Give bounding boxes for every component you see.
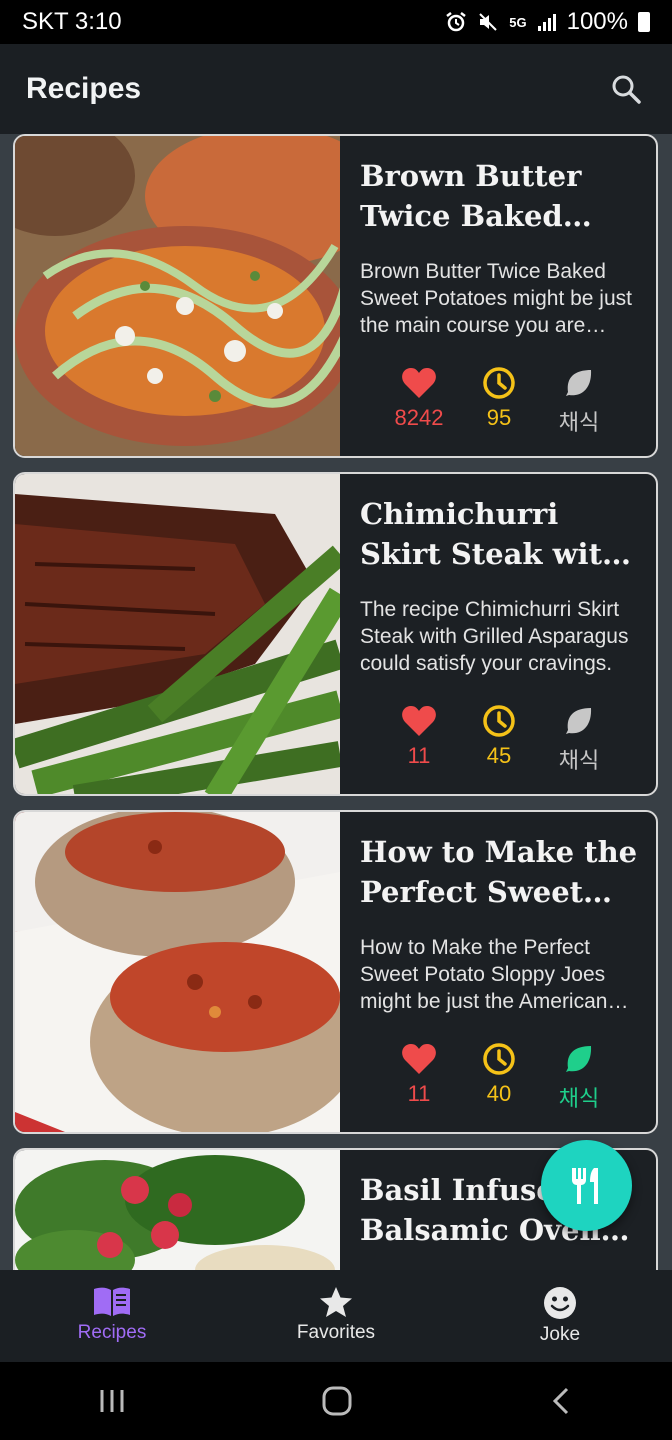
- likes: 11: [394, 1041, 444, 1113]
- cook-time-value: 45: [486, 743, 512, 768]
- recipe-description: The recipe Chimichurri Skirt Steak with …: [360, 598, 629, 675]
- nav-joke[interactable]: Joke: [448, 1270, 672, 1362]
- nav-joke-label: Joke: [539, 1324, 581, 1345]
- mute-icon: [479, 13, 497, 31]
- recipe-description: Brown Butter Twice Baked Sweet Potatoes …: [360, 260, 632, 337]
- battery-percent: 100%: [566, 8, 628, 35]
- recipe-meta: 11 45 채식: [360, 703, 638, 775]
- star-icon: [320, 1287, 352, 1317]
- search-icon: [612, 75, 641, 104]
- leaf-icon: [566, 708, 592, 734]
- recipe-image: [15, 136, 340, 456]
- recipe-title: How to Make the Perfect Sweet Potato Slo…: [360, 835, 638, 909]
- alarm-icon: [446, 12, 467, 32]
- recipe-image: [15, 474, 340, 794]
- bottom-navigation: Recipes Favorites Joke: [0, 1270, 672, 1362]
- recipe-body: How to Make the Perfect Sweet Potato Slo…: [340, 812, 656, 1132]
- recipe-image: [15, 812, 340, 1132]
- status-bar: SKT 3:10 5G 100%: [0, 0, 672, 44]
- vegan-label: 채식: [558, 1086, 600, 1111]
- vegan-label: 채식: [558, 410, 600, 435]
- recipe-meta: 11 40 채식: [360, 1041, 638, 1113]
- recipe-list[interactable]: Brown Butter Twice Baked Sweet Potatoes …: [0, 134, 672, 1270]
- status-icons: 5G 100%: [445, 8, 650, 36]
- home-icon[interactable]: [321, 1385, 353, 1417]
- cook-time-value: 40: [486, 1081, 512, 1106]
- vegan-indicator: 채식: [554, 365, 604, 437]
- clock-icon: [483, 705, 515, 737]
- clock-icon: [483, 1043, 515, 1075]
- battery-icon: [638, 12, 650, 32]
- likes-count: 11: [407, 1081, 431, 1106]
- back-icon[interactable]: [547, 1386, 575, 1416]
- recipe-description: How to Make the Perfect Sweet Potato Slo…: [360, 936, 608, 1013]
- page-title: Recipes: [26, 72, 142, 105]
- recipe-title: Chimichurri Skirt Steak with Grilled Asp…: [360, 497, 624, 571]
- status-carrier-time: SKT 3:10: [22, 8, 122, 35]
- likes: 11: [394, 703, 444, 775]
- recipe-card[interactable]: Brown Butter Twice Baked Sweet Potatoes …: [13, 134, 658, 458]
- recipe-card[interactable]: How to Make the Perfect Sweet Potato Slo…: [13, 810, 658, 1134]
- likes-count: 11: [407, 743, 431, 768]
- random-recipe-fab[interactable]: [541, 1140, 632, 1231]
- smiley-icon: [544, 1287, 576, 1319]
- system-navigation-bar: [0, 1362, 672, 1440]
- restaurant-icon: [571, 1167, 598, 1204]
- vegan-indicator: 채식: [554, 1041, 604, 1113]
- signal-icon: [537, 14, 556, 31]
- heart-icon: [402, 368, 436, 398]
- search-button[interactable]: [606, 69, 646, 109]
- cook-time: 45: [474, 703, 524, 775]
- recipe-image: [15, 1150, 340, 1270]
- recipe-title: Brown Butter Twice Baked Sweet Potatoes: [360, 159, 582, 233]
- leaf-icon: [566, 370, 592, 396]
- nav-favorites-label: Favorites: [296, 1322, 376, 1343]
- recent-apps-icon[interactable]: [97, 1386, 127, 1416]
- likes-count: 8242: [394, 405, 444, 430]
- vegan-indicator: 채식: [554, 703, 604, 775]
- network-label: 5G: [509, 14, 527, 30]
- nav-recipes[interactable]: Recipes: [0, 1270, 224, 1362]
- nav-recipes-label: Recipes: [77, 1322, 147, 1343]
- recipe-body: Chimichurri Skirt Steak with Grilled Asp…: [340, 474, 656, 794]
- recipe-body: Brown Butter Twice Baked Sweet Potatoes …: [340, 136, 656, 456]
- cook-time: 40: [474, 1041, 524, 1113]
- recipe-meta: 8242 95 채식: [360, 365, 638, 437]
- cook-time-value: 95: [486, 405, 512, 430]
- app-bar: Recipes: [0, 44, 672, 134]
- clock-icon: [483, 367, 515, 399]
- likes: 8242: [394, 365, 444, 437]
- heart-icon: [402, 1044, 436, 1074]
- book-icon: [94, 1287, 130, 1316]
- leaf-icon: [566, 1046, 592, 1072]
- recipe-card[interactable]: Chimichurri Skirt Steak with Grilled Asp…: [13, 472, 658, 796]
- heart-icon: [402, 706, 436, 736]
- cook-time: 95: [474, 365, 524, 437]
- nav-favorites[interactable]: Favorites: [224, 1270, 448, 1362]
- vegan-label: 채식: [558, 748, 600, 773]
